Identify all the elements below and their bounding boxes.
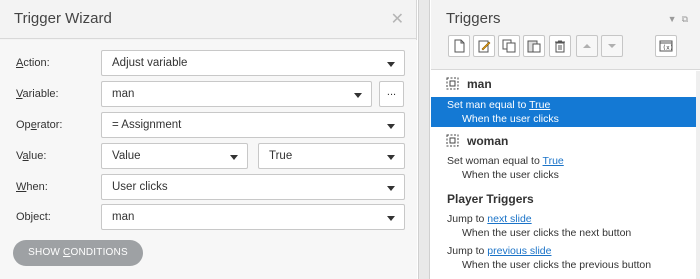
when-value: User clicks: [112, 181, 168, 193]
chevron-down-icon: [387, 124, 395, 129]
delete-icon: [555, 40, 565, 53]
variables-button[interactable]: (x): [655, 35, 677, 57]
variable-value: man: [112, 88, 135, 100]
trigger-wizard-panel: Trigger Wizard ✕ Action: Adjust variable…: [0, 0, 417, 279]
variables-icon: (x): [659, 40, 674, 52]
move-down-button[interactable]: [601, 35, 623, 57]
player-triggers-heading: Player Triggers: [447, 192, 534, 206]
operator-value: = Assignment: [112, 119, 182, 131]
value-value: True: [269, 150, 293, 162]
edit-trigger-icon: [478, 40, 491, 53]
object-value: man: [112, 211, 135, 223]
operator-label: Operator:: [16, 119, 63, 131]
delete-button[interactable]: [549, 35, 571, 57]
new-trigger-icon: [454, 39, 465, 53]
value-label: Value:: [16, 150, 47, 162]
trigger-item-woman[interactable]: Set woman equal to True When the user cl…: [431, 154, 696, 182]
copy-button[interactable]: [498, 35, 520, 57]
chevron-down-icon: [387, 186, 395, 191]
trigger-value-link[interactable]: True: [529, 99, 550, 111]
new-trigger-button[interactable]: [448, 35, 470, 57]
chevron-down-icon: [387, 62, 395, 67]
close-icon[interactable]: ✕: [391, 9, 404, 29]
object-icon: [446, 77, 459, 93]
trigger-target-link[interactable]: previous slide: [487, 245, 551, 257]
trigger-item-previous-slide[interactable]: Jump to previous slide When the user cli…: [431, 244, 696, 272]
copy-icon: [502, 39, 516, 53]
edit-trigger-button[interactable]: [473, 35, 495, 57]
move-up-button[interactable]: [576, 35, 598, 57]
move-down-icon: [608, 44, 616, 48]
pin-icon[interactable]: ▼: [668, 14, 677, 24]
chevron-down-icon: [387, 155, 395, 160]
header-icons: ▼ ⧉: [663, 14, 688, 25]
action-label: Action:: [16, 57, 50, 69]
variable-select[interactable]: man: [101, 81, 372, 107]
triggers-title: Triggers: [446, 10, 501, 27]
triggers-scrollbar[interactable]: [696, 71, 700, 279]
action-select[interactable]: Adjust variable: [101, 50, 405, 76]
object-select[interactable]: man: [101, 204, 405, 230]
trigger-item-man[interactable]: Set man equal to True When the user clic…: [431, 97, 696, 127]
value-type-value: Value: [112, 150, 141, 162]
triggers-panel: Triggers ▼ ⧉ (x) man Set man equal to Tr…: [431, 0, 700, 279]
value-select[interactable]: True: [258, 143, 405, 169]
manage-variables-button[interactable]: ...: [379, 81, 404, 107]
chevron-down-icon: [354, 93, 362, 98]
paste-icon: [527, 40, 541, 53]
trigger-target-link[interactable]: next slide: [487, 213, 531, 225]
value-type-select[interactable]: Value: [101, 143, 248, 169]
action-value: Adjust variable: [112, 57, 188, 69]
chevron-down-icon: [387, 216, 395, 221]
object-label: Object:: [16, 211, 51, 223]
float-icon[interactable]: ⧉: [682, 14, 688, 24]
object-group-man[interactable]: man: [446, 77, 492, 93]
when-select[interactable]: User clicks: [101, 174, 405, 200]
move-up-icon: [583, 44, 591, 48]
trigger-item-next-slide[interactable]: Jump to next slide When the user clicks …: [431, 212, 696, 240]
triggers-header: Triggers ▼ ⧉ (x): [431, 0, 700, 70]
object-group-woman[interactable]: woman: [446, 134, 508, 150]
svg-text:(x): (x): [663, 45, 674, 52]
object-icon: [446, 134, 459, 150]
when-label: When:: [16, 181, 48, 193]
trigger-value-link[interactable]: True: [543, 155, 564, 167]
chevron-down-icon: [230, 155, 238, 160]
paste-button[interactable]: [523, 35, 545, 57]
panel-splitter[interactable]: [418, 0, 430, 279]
wizard-title: Trigger Wizard: [14, 10, 112, 27]
show-conditions-button[interactable]: SHOW CONDITIONS: [13, 240, 143, 266]
operator-select[interactable]: = Assignment: [101, 112, 405, 138]
wizard-header: Trigger Wizard ✕: [0, 0, 416, 39]
variable-label: Variable:: [16, 88, 59, 100]
